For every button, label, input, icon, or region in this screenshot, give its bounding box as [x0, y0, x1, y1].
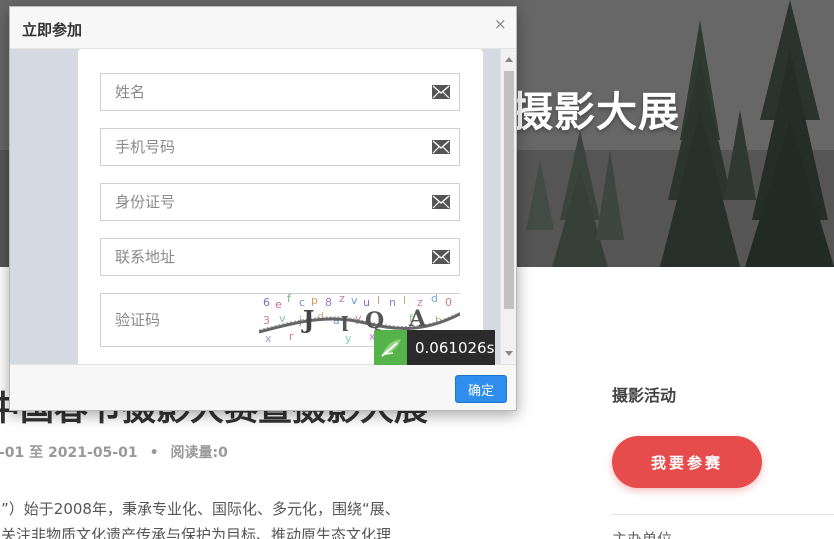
envelope-icon [432, 140, 450, 154]
envelope-icon [432, 250, 450, 264]
svg-text:y: y [345, 332, 352, 345]
scroll-up-arrow-icon[interactable] [505, 57, 513, 62]
svg-text:ꞁ: ꞁ [341, 307, 349, 331]
article-body-line: 赛”）始于2008年，秉承专业化、国际化、多元化，围绕“展、 [0, 500, 400, 518]
article-meta: -01 至 2021-05-01 • 阅读量:0 [0, 442, 228, 462]
svg-text:l: l [403, 294, 406, 307]
modal-title: 立即参加 [22, 21, 83, 39]
svg-text:e: e [275, 298, 282, 311]
hero-title: 摄影大展 [512, 88, 680, 136]
svg-text:0: 0 [445, 296, 452, 309]
modal-body: 6 e f c p 8 z v u l n l z [10, 49, 500, 364]
article-views: 阅读量:0 [170, 445, 228, 461]
svg-text:r: r [289, 330, 294, 343]
name-field [100, 73, 460, 111]
envelope-icon [432, 85, 450, 99]
article-body-line: 以关注非物质文化遗产传承与保护为目标、推动原生态文化理 [0, 526, 392, 539]
load-timer-badge: 0.061026s [374, 330, 495, 365]
svg-text:3: 3 [263, 314, 270, 327]
modal-footer: 确定 [10, 364, 516, 410]
svg-text:J: J [301, 305, 314, 334]
svg-text:x: x [265, 332, 272, 345]
modal-header: 立即参加 × [10, 7, 516, 49]
svg-text:l: l [377, 294, 380, 307]
leaf-logo-icon [374, 330, 407, 365]
phone-input[interactable] [101, 129, 421, 165]
modal-scrollbar[interactable] [500, 49, 516, 364]
captcha-input[interactable] [101, 294, 257, 346]
name-input[interactable] [101, 74, 421, 110]
phone-field [100, 128, 460, 166]
svg-text:A: A [408, 306, 427, 332]
svg-text:f: f [287, 294, 292, 305]
sidebar-subheading: 主办单位 [612, 530, 673, 539]
svg-text:6: 6 [263, 296, 270, 309]
scroll-down-arrow-icon[interactable] [505, 351, 513, 356]
svg-text:n: n [389, 296, 396, 309]
leaf-logo-glyph [380, 338, 401, 357]
address-input[interactable] [101, 239, 421, 275]
scroll-thumb[interactable] [504, 71, 514, 309]
id-number-input[interactable] [101, 184, 421, 220]
confirm-button[interactable]: 确定 [455, 375, 507, 403]
address-field [100, 238, 460, 276]
close-icon[interactable]: × [494, 15, 507, 33]
timer-value: 0.061026s [415, 338, 495, 357]
meta-separator: • [149, 445, 159, 461]
signup-form: 6 e f c p 8 z v u l n l z [78, 49, 483, 364]
article-body: 赛”）始于2008年，秉承专业化、国际化、多元化，围绕“展、 以关注非物质文化遗… [0, 496, 526, 539]
sidebar-heading: 摄影活动 [612, 386, 677, 405]
id-number-field [100, 183, 460, 221]
svg-text:v: v [279, 312, 286, 325]
envelope-icon [432, 195, 450, 209]
svg-text:v: v [351, 294, 358, 307]
sidebar-divider [612, 514, 834, 515]
svg-text:8: 8 [325, 296, 332, 309]
article-date-range: -01 至 2021-05-01 [0, 445, 138, 461]
join-contest-button[interactable]: 我要参赛 [612, 436, 762, 488]
svg-text:z: z [339, 294, 345, 305]
svg-text:d: d [431, 294, 438, 305]
